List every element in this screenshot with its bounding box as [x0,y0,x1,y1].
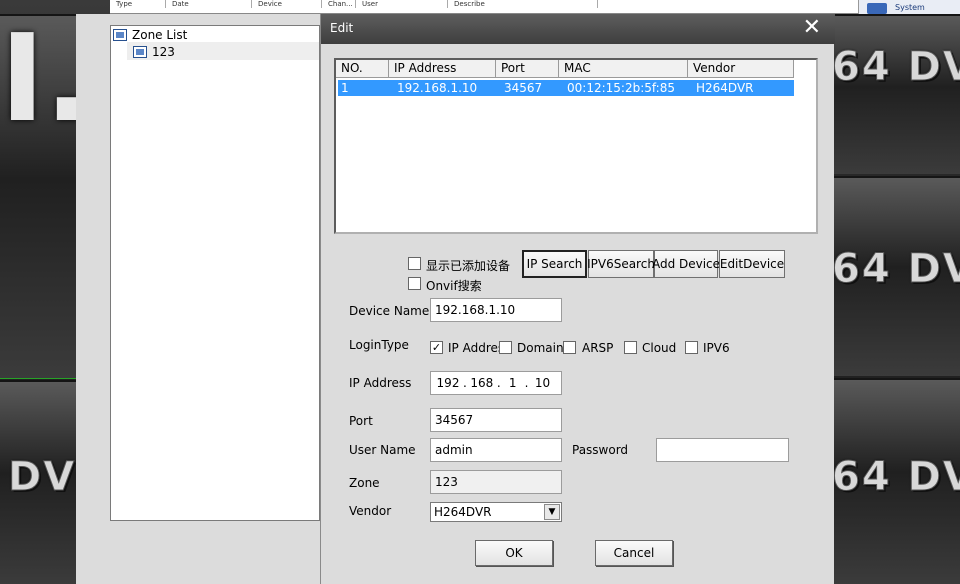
password-field[interactable] [656,438,789,462]
login-arsp-checkbox[interactable] [563,341,576,354]
user-name-label: User Name [349,443,416,457]
ok-button[interactable]: OK [475,540,553,566]
tree-root-zone-list[interactable]: Zone List [113,27,187,43]
show-added-checkbox[interactable] [408,257,421,270]
vendor-label: Vendor [349,504,392,518]
table-row[interactable]: 1 192.168.1.10 34567 00:12:15:2b:5f:85 H… [338,80,794,96]
login-cloud-checkbox[interactable] [624,341,637,354]
ipv6-search-button[interactable]: IPV6Search [587,250,655,278]
col-port[interactable]: Port [496,60,559,78]
login-cloud-label: Cloud [642,341,677,355]
green-divider [0,378,76,379]
log-col-describe[interactable]: Describe [448,0,598,8]
cell-mac: 00:12:15:2b:5f:85 [567,81,675,95]
edit-device-button[interactable]: EditDevice [719,250,785,278]
add-device-button[interactable]: Add Device [652,250,720,278]
vendor-value: H264DVR [434,505,492,519]
system-tab[interactable]: System [858,0,960,14]
log-col-user[interactable]: User [356,0,448,8]
password-label: Password [572,443,629,457]
zone-tree[interactable]: Zone List 123 [110,25,320,521]
show-added-label: 显示已添加设备 [426,259,511,273]
dvr-watermark-left: DV [7,454,77,501]
ip-octet-4[interactable]: 10 [528,376,556,390]
close-icon[interactable]: ✕ [803,16,821,40]
user-name-field[interactable]: admin [430,438,562,462]
log-col-channel[interactable]: Chan... [322,0,356,8]
bg-panel-right-1 [834,14,960,174]
zone-field[interactable]: 123 [430,470,562,494]
log-col-device[interactable]: Device [252,0,322,8]
login-type-label: LoginType [349,338,409,352]
login-domain-checkbox[interactable] [499,341,512,354]
device-name-field[interactable]: 192.168.1.10 [430,298,562,322]
zone-label: Zone [349,476,380,490]
ip-address-field[interactable]: 192 . 168 . 1 . 10 [430,371,562,395]
log-col-type[interactable]: Type [110,0,166,8]
cancel-button[interactable]: Cancel [595,540,673,566]
log-table-header: Type Date Device Chan... User Describe [110,0,860,14]
cell-port: 34567 [504,81,543,95]
login-ip-address-checkbox[interactable]: ✓ [430,341,443,354]
ip-octet-3[interactable]: 1 [501,376,525,390]
onvif-search-checkbox[interactable] [408,277,421,290]
onvif-search-label: Onvif搜索 [426,279,482,293]
vendor-select[interactable]: H264DVR ▼ [430,502,562,522]
zone-icon [133,46,147,58]
cell-ip: 192.168.1.10 [397,81,478,95]
ip-search-button[interactable]: IP Search [522,250,587,278]
login-arsp-label: ARSP [582,341,614,355]
tree-root-label: Zone List [132,28,188,42]
device-list[interactable]: NO. IP Address Port MAC Vendor 1 192.168… [334,58,818,234]
tree-zone-label: 123 [152,45,175,59]
col-vendor[interactable]: Vendor [688,60,794,78]
ip-address-label: IP Address [349,376,412,390]
col-ip-address[interactable]: IP Address [389,60,496,78]
ip-octet-1[interactable]: 192 [433,376,463,390]
cell-vendor: H264DVR [696,81,754,95]
dvr-watermark-right-2: 64 DVF [831,246,960,293]
ip-octet-2[interactable]: 168 [467,376,497,390]
col-mac[interactable]: MAC [559,60,688,78]
system-icon [867,3,887,14]
system-tab-label: System [895,3,925,12]
port-field[interactable]: 34567 [430,408,562,432]
login-domain-label: Domain [517,341,564,355]
col-no[interactable]: NO. [336,60,389,78]
dvr-watermark-right-1: 64 DVF [831,44,960,91]
log-col-date[interactable]: Date [166,0,252,8]
dvr-watermark-right-3: 64 DVF [831,454,960,501]
port-label: Port [349,414,373,428]
zone-folder-icon [113,29,127,41]
dialog-titlebar[interactable]: Edit ✕ [321,14,835,44]
login-ipv6-label: IPV6 [703,341,730,355]
chevron-down-icon[interactable]: ▼ [544,504,560,520]
device-list-header: NO. IP Address Port MAC Vendor [336,60,794,78]
tree-zone-item[interactable]: 123 [133,44,175,60]
dialog-title: Edit [330,21,354,35]
device-name-label: Device Name [349,304,430,318]
edit-dialog: Edit ✕ NO. IP Address Port MAC Vendor 1 … [320,14,835,584]
login-ipv6-checkbox[interactable] [685,341,698,354]
cell-no: 1 [341,81,349,95]
